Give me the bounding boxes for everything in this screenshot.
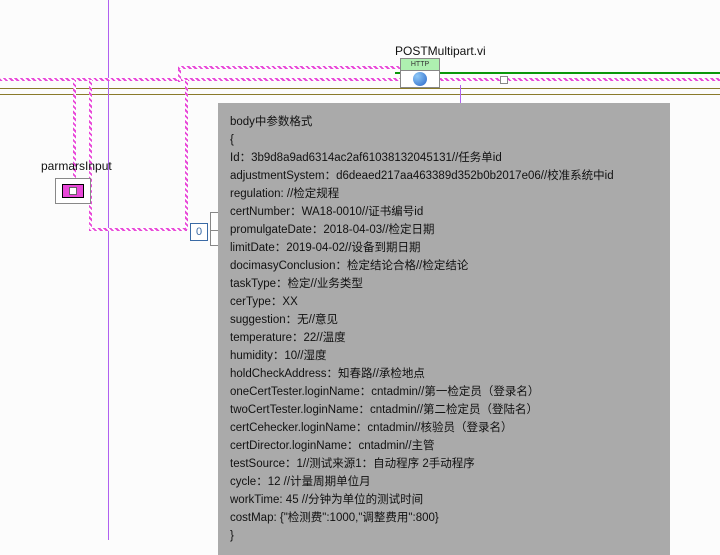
wire-pink-h1 [0, 78, 720, 81]
parmars-input-label: parmarsInput [41, 159, 112, 173]
http-icon-body [401, 71, 439, 87]
tick-1 [500, 76, 508, 84]
parmars-input-control[interactable] [55, 178, 91, 204]
cluster-icon [62, 184, 84, 198]
wire-purple-vert-left [108, 0, 109, 540]
zero-label: 0 [196, 226, 202, 238]
wire-pink-v5 [185, 80, 188, 230]
wire-pink-h2 [178, 66, 430, 69]
wire-green-h1 [395, 72, 720, 74]
postmultipart-vi-icon[interactable]: HTTP [400, 58, 440, 88]
globe-icon [413, 72, 427, 86]
square-icon [69, 187, 77, 195]
vi-post-label: POSTMultipart.vi [395, 44, 486, 58]
wire-pink-v1 [178, 68, 181, 82]
body-comment-block: body中参数格式 { Id：3b9d8a9ad6314ac2af6103813… [218, 103, 670, 555]
zero-constant[interactable]: 0 [190, 223, 208, 241]
wire-pink-h3 [89, 228, 187, 231]
http-tag-label: HTTP [401, 59, 439, 71]
wire-pink-v4 [89, 80, 92, 230]
